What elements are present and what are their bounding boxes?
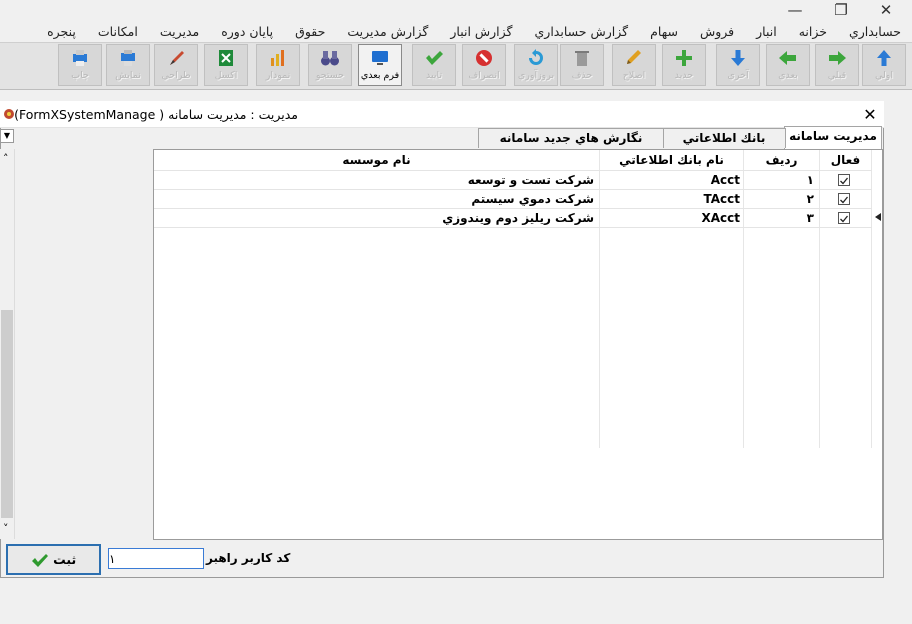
plus-icon — [676, 50, 692, 66]
cell-org-name[interactable]: شركت دموي سيستم — [154, 190, 594, 209]
dialog-title: مديريت : مديريت سامانه ( FormXSystemMana… — [14, 107, 298, 122]
preview-icon — [121, 50, 135, 66]
search-button[interactable]: جستجو — [308, 44, 352, 86]
next-record-button[interactable]: بعدي — [766, 44, 810, 86]
header-db-name[interactable]: نام بانك اطلاعاتي — [600, 150, 744, 170]
edit-button[interactable]: اصلاح — [612, 44, 656, 86]
stop-icon — [476, 50, 492, 66]
checkmark-icon — [840, 215, 849, 223]
menu-accounting[interactable]: حسابداري — [838, 22, 912, 42]
active-checkbox[interactable] — [838, 193, 850, 205]
row-indicator-icon — [875, 213, 881, 221]
confirm-button[interactable]: تاييد — [412, 44, 456, 86]
menu-features[interactable]: امكانات — [87, 22, 149, 42]
checkmark-icon — [840, 196, 849, 204]
tab-new-versions[interactable]: نگارش هاي جديد سامانه — [478, 128, 664, 148]
menu-sales[interactable]: فروش — [689, 22, 745, 42]
menu-window[interactable]: پنجره — [36, 22, 87, 42]
active-checkbox[interactable] — [838, 212, 850, 224]
menu-management-report[interactable]: گزارش مديريت — [336, 22, 439, 42]
cell-org-name[interactable]: شركت ريليز دوم ويندوزي — [154, 209, 594, 228]
menu-period-end[interactable]: پايان دوره — [210, 22, 284, 42]
tab-system-management[interactable]: مديريت سامانه — [784, 126, 882, 149]
scroll-up-icon[interactable]: ˄ — [3, 152, 9, 165]
cell-row[interactable]: ۳ — [744, 209, 814, 228]
save-button[interactable]: ثبت — [6, 544, 101, 575]
excel-icon — [219, 50, 233, 66]
admin-user-code-input[interactable] — [108, 548, 204, 569]
header-row[interactable]: رديف — [744, 150, 820, 170]
menu-warehouse-report[interactable]: گزارش انبار — [439, 22, 523, 42]
header-active[interactable]: فعال — [820, 150, 872, 170]
cell-db-name[interactable]: TAcct — [600, 190, 740, 209]
cell-db-name[interactable]: XAcct — [600, 209, 740, 228]
admin-user-code-label: كد كاربر راهبر — [206, 551, 291, 565]
menu-management[interactable]: مديريت — [149, 22, 210, 42]
save-button-label: ثبت — [53, 552, 77, 567]
arrow-left-icon — [779, 51, 796, 65]
cell-row[interactable]: ۲ — [744, 190, 814, 209]
menubar: حسابداري خزانه انبار فروش سهام گزارش حسا… — [47, 22, 912, 42]
brush-icon — [170, 51, 184, 65]
menu-treasury[interactable]: خزانه — [788, 22, 838, 42]
bar-chart-icon — [271, 50, 284, 66]
refresh-button[interactable]: بروزآوري — [514, 44, 558, 86]
first-record-button[interactable]: اولي — [862, 44, 906, 86]
arrow-up-icon — [877, 50, 891, 66]
chevron-down-icon[interactable]: ▼ — [0, 129, 14, 143]
cancel-button[interactable]: انصراف — [462, 44, 506, 86]
binoculars-icon — [321, 51, 339, 66]
header-org-name[interactable]: نام موسسه — [154, 150, 600, 170]
next-form-button[interactable]: فرم بعدي — [358, 44, 402, 86]
design-button[interactable]: طراحي — [154, 44, 198, 86]
tab-database[interactable]: بانك اطلاعاتي — [662, 128, 786, 148]
pencil-icon — [627, 50, 641, 64]
scrollbar-thumb[interactable] — [1, 310, 13, 518]
menu-accounting-report[interactable]: گزارش حسابداري — [524, 22, 640, 42]
close-window-button[interactable]: ✕ — [871, 0, 901, 20]
menu-warehouse[interactable]: انبار — [745, 22, 788, 42]
trash-icon — [575, 51, 589, 66]
menu-payroll[interactable]: حقوق — [284, 22, 336, 42]
monitor-icon — [372, 51, 388, 65]
active-checkbox[interactable] — [838, 174, 850, 186]
checkmark-icon — [840, 177, 849, 185]
printer-icon — [73, 50, 87, 66]
chart-button[interactable]: نمودار — [256, 44, 300, 86]
arrow-right-icon — [829, 51, 846, 65]
arrow-down-icon — [731, 50, 745, 66]
preview-button[interactable]: نمايش — [106, 44, 150, 86]
check-icon — [31, 553, 48, 567]
check-icon — [426, 51, 443, 65]
excel-button[interactable]: اكسل — [204, 44, 248, 86]
cell-db-name[interactable]: Acct — [600, 171, 740, 190]
scroll-down-icon[interactable]: ˅ — [3, 522, 9, 535]
print-button[interactable]: چاپ — [58, 44, 102, 86]
delete-button[interactable]: حذف — [560, 44, 604, 86]
refresh-icon — [529, 49, 543, 65]
cell-org-name[interactable]: شركت تست و توسعه — [154, 171, 594, 190]
last-record-button[interactable]: آخري — [716, 44, 760, 86]
new-button[interactable]: جديد — [662, 44, 706, 86]
cell-row[interactable]: ۱ — [744, 171, 814, 190]
previous-record-button[interactable]: قبلي — [815, 44, 859, 86]
minimize-button[interactable]: — — [780, 0, 810, 20]
maximize-button[interactable]: ❐ — [826, 0, 856, 20]
dialog-close-button[interactable]: ✕ — [860, 105, 880, 125]
menu-shares[interactable]: سهام — [639, 22, 689, 42]
